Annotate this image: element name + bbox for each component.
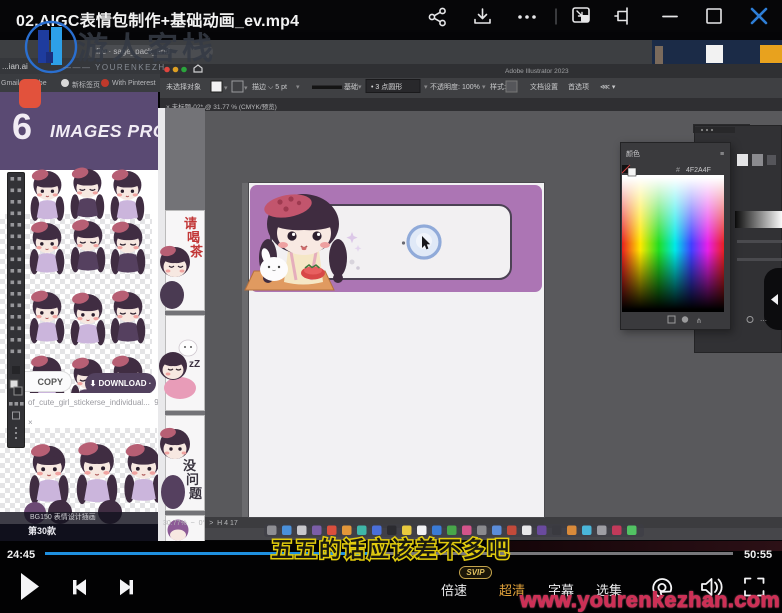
svg-text:未选择对象: 未选择对象 <box>166 82 201 91</box>
svg-text:▾: ▾ <box>482 84 486 91</box>
svg-text:首选项: 首选项 <box>568 82 589 91</box>
svg-text:zZ: zZ <box>189 359 200 370</box>
svg-text:30.77% ~ 0° > H 4 17: 30.77% ~ 0° > H 4 17 <box>163 519 238 527</box>
svg-text:▾: ▾ <box>424 84 428 91</box>
svg-text:描边: 描边 <box>252 82 266 91</box>
svg-text:基础: 基础 <box>344 82 358 91</box>
svg-text:——— YOURENKEZH: ——— YOURENKEZH <box>63 63 166 72</box>
svg-text:茶: 茶 <box>190 244 204 259</box>
svg-text:#: # <box>676 167 680 174</box>
svg-text:▾: ▾ <box>224 85 228 92</box>
svg-text:⋘ ▾: ⋘ ▾ <box>600 84 616 91</box>
svg-text:▾: ▾ <box>358 84 362 91</box>
svg-text:⋔: ⋔ <box>696 317 702 325</box>
svg-text:没: 没 <box>183 458 197 473</box>
svg-text:游人客栈: 游人客栈 <box>77 31 217 66</box>
svg-text:样式:: 样式: <box>490 82 506 91</box>
svg-text:• 3 点圆形: • 3 点圆形 <box>371 83 402 91</box>
svg-text:请: 请 <box>184 216 197 231</box>
svg-text:文档设置: 文档设置 <box>530 82 558 91</box>
svg-text:问: 问 <box>186 472 199 487</box>
svg-text:100%: 100% <box>462 84 480 91</box>
svg-text:4F2A4F: 4F2A4F <box>686 167 711 174</box>
svg-text:喝: 喝 <box>187 230 200 245</box>
svg-text:▾: ▾ <box>296 84 300 91</box>
svg-text:颜色: 颜色 <box>626 149 640 158</box>
svg-text:≡: ≡ <box>720 151 724 158</box>
svg-text:⋯: ⋯ <box>760 318 767 325</box>
svg-text:⌵ 5 pt: ⌵ 5 pt <box>268 84 287 91</box>
svg-text:▾: ▾ <box>244 85 248 92</box>
svg-text:题: 题 <box>189 486 203 501</box>
svg-text:Adobe Illustrator 2023: Adobe Illustrator 2023 <box>505 68 569 75</box>
svg-text:不透明度:: 不透明度: <box>430 82 460 91</box>
